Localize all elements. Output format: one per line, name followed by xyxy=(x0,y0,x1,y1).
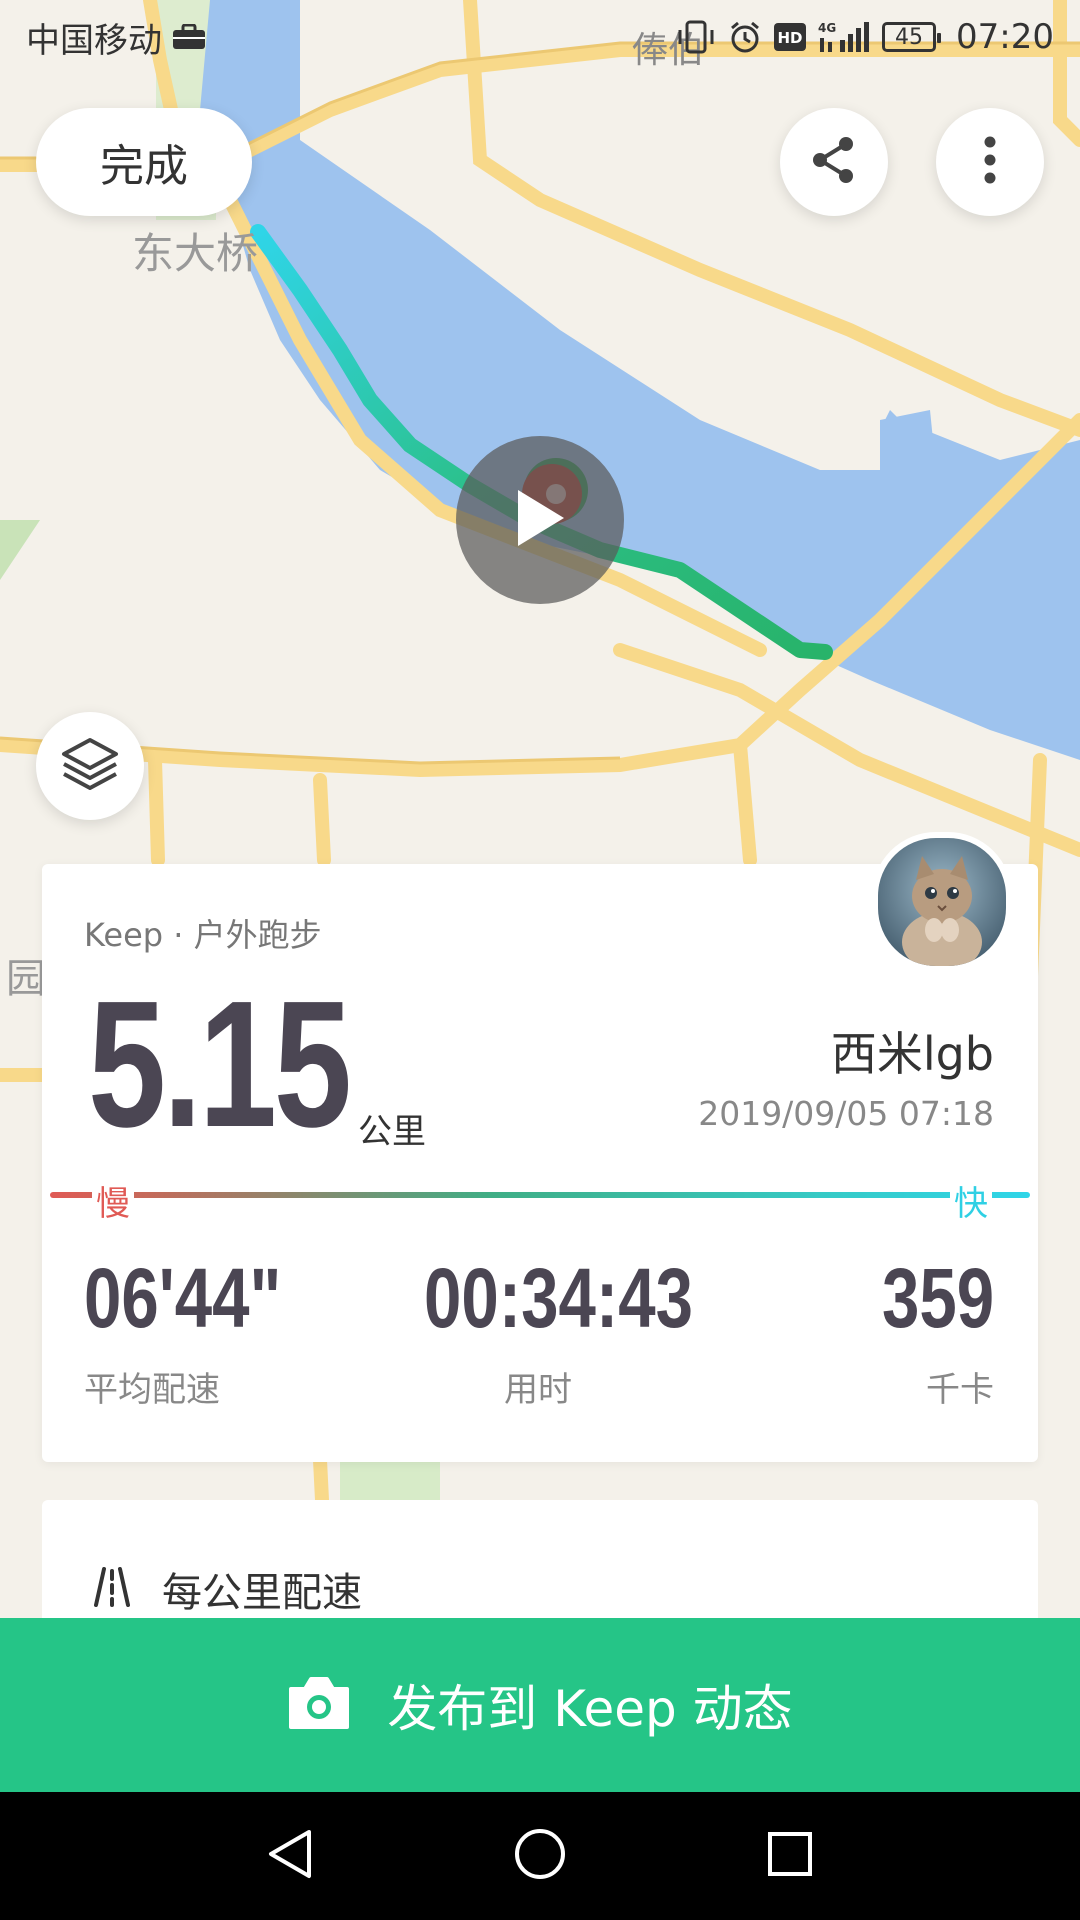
activity-datetime: 2019/09/05 07:18 xyxy=(698,1094,994,1133)
user-name[interactable]: 西米lgb xyxy=(831,1018,994,1084)
4g-signal-icon: 4G xyxy=(818,20,870,54)
calories-value: 359 xyxy=(881,1251,994,1345)
briefcase-icon xyxy=(172,24,206,50)
pace-slow-label: 慢 xyxy=(92,1176,134,1225)
road-splits-icon xyxy=(90,1567,134,1611)
publish-to-feed-button[interactable]: 发布到 Keep 动态 xyxy=(0,1618,1080,1792)
share-icon xyxy=(808,134,860,190)
pace-gradient-bar xyxy=(50,1192,1030,1198)
layers-icon xyxy=(60,736,120,796)
nav-back-button[interactable] xyxy=(250,1816,330,1896)
avg-pace-value: 06'44" xyxy=(84,1251,282,1345)
done-button[interactable]: 完成 xyxy=(36,108,252,216)
avatar[interactable] xyxy=(872,832,1012,972)
play-icon xyxy=(510,486,570,554)
status-bar: 中国移动 HD 4G 45 07:20 xyxy=(0,0,1080,74)
nav-recents-button[interactable] xyxy=(750,1816,830,1896)
publish-label: 发布到 Keep 动态 xyxy=(387,1680,793,1738)
splits-title: 每公里配速 xyxy=(162,1570,362,1616)
more-button[interactable] xyxy=(936,108,1044,216)
duration-value: 00:34:43 xyxy=(424,1251,693,1345)
share-button[interactable] xyxy=(780,108,888,216)
layers-button[interactable] xyxy=(36,712,144,820)
camera-icon xyxy=(287,1675,351,1735)
clock-time: 07:20 xyxy=(956,17,1054,57)
activity-source-label: Keep · 户外跑步 xyxy=(84,916,322,954)
map-label-place-edge: 园 xyxy=(6,956,46,1002)
avg-pace-label: 平均配速 xyxy=(84,1370,220,1410)
splits-header: 每公里配速 xyxy=(90,1560,362,1618)
alarm-icon xyxy=(728,20,762,54)
svg-text:4G: 4G xyxy=(818,21,836,35)
battery-level: 45 xyxy=(895,24,924,50)
system-nav-bar xyxy=(0,1792,1080,1920)
hd-icon: HD xyxy=(774,23,807,51)
recents-square-icon xyxy=(766,1830,814,1882)
more-vertical-icon xyxy=(982,134,998,190)
distance-unit: 公里 xyxy=(358,1112,426,1152)
back-triangle-icon xyxy=(265,1828,315,1884)
carrier-label: 中国移动 xyxy=(26,20,162,61)
nav-home-button[interactable] xyxy=(500,1816,580,1896)
replay-play-button[interactable] xyxy=(456,436,624,604)
duration-label: 用时 xyxy=(504,1370,572,1410)
screen: 俸伯 东大桥 园 中国移动 HD 4G 45 07:20 完成 Keep · 户… xyxy=(0,0,1080,1920)
home-circle-icon xyxy=(513,1827,567,1885)
calories-label: 千卡 xyxy=(926,1370,994,1410)
distance-value: 5.15 xyxy=(88,964,352,1165)
svg-text:HD: HD xyxy=(778,29,803,47)
battery-icon: 45 xyxy=(882,22,942,52)
vibrate-icon xyxy=(676,20,716,54)
pace-fast-label: 快 xyxy=(950,1176,992,1225)
map-label-place-left: 东大桥 xyxy=(132,229,258,278)
avatar-kitten-image xyxy=(878,838,1006,966)
